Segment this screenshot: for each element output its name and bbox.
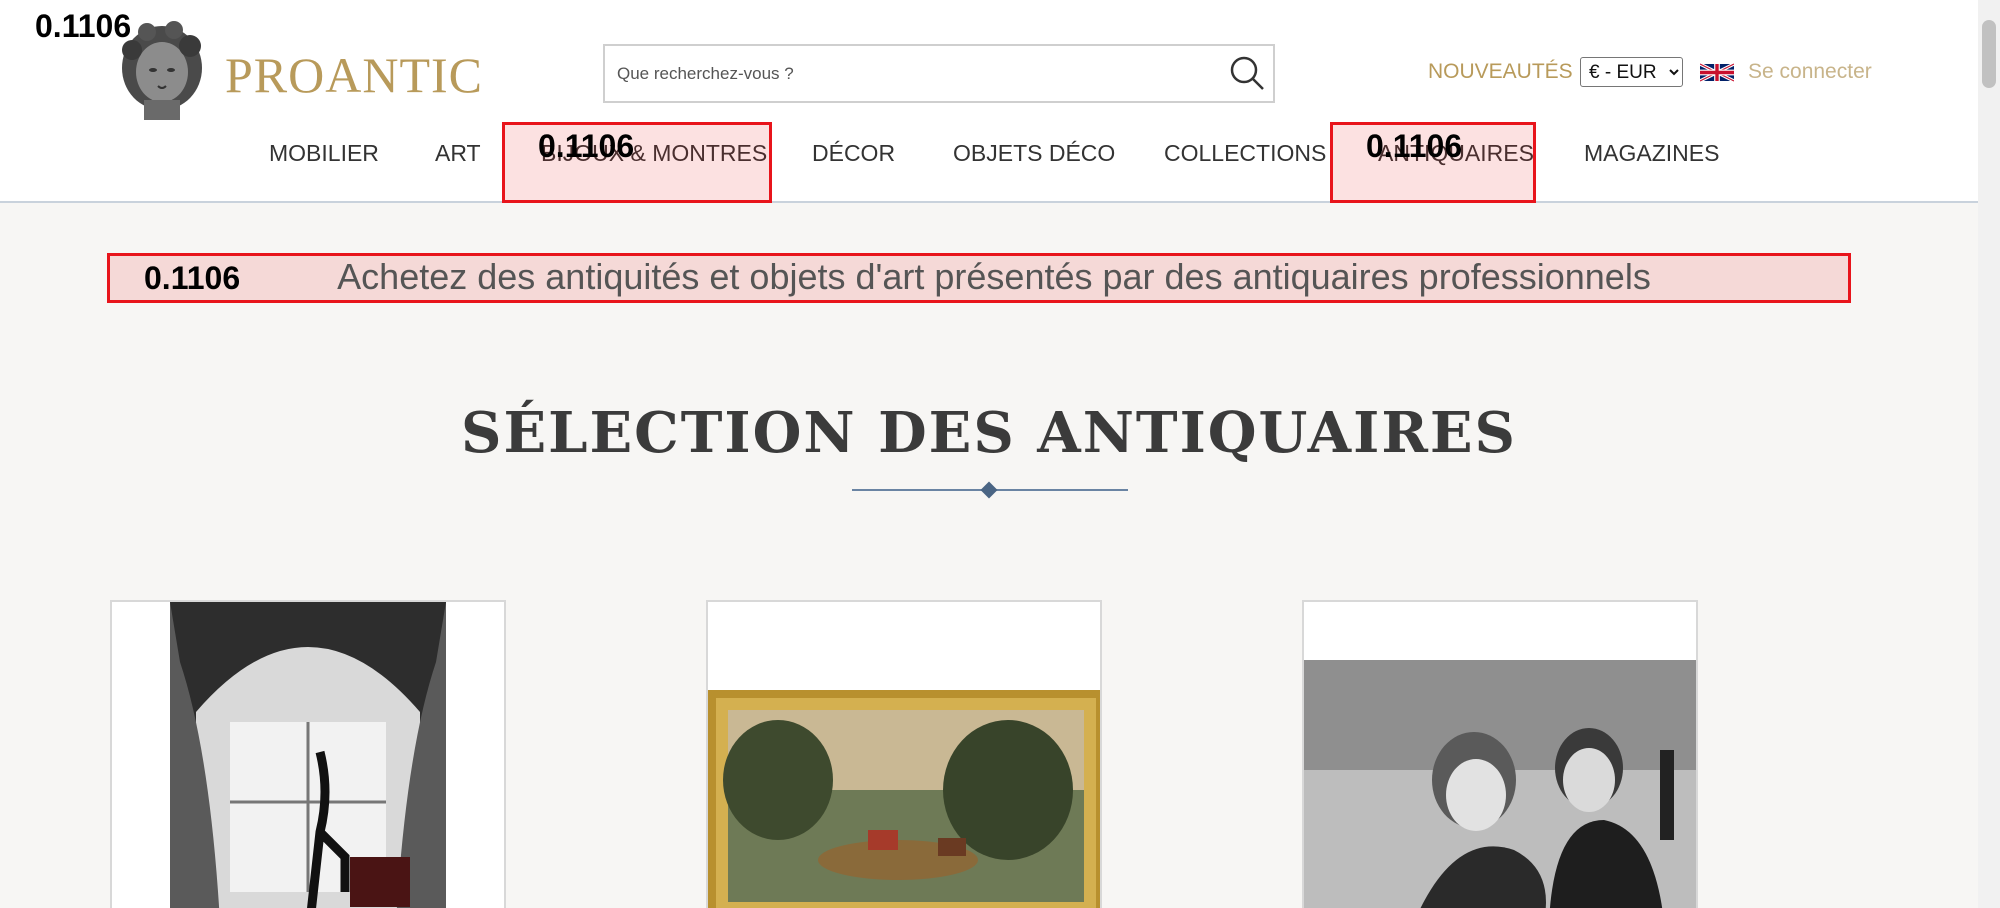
nouveautes-link[interactable]: NOUVEAUTÉS — [1428, 60, 1573, 84]
search-box — [603, 44, 1275, 103]
section-title: SÉLECTION DES ANTIQUAIRES — [461, 400, 1517, 466]
nav-item-objets-deco[interactable]: OBJETS DÉCO — [953, 140, 1115, 167]
annotation-label-antiquaires: 0.1106 — [1366, 128, 1463, 164]
product-card-1[interactable] — [110, 600, 506, 908]
product-image-vintage-photo — [1304, 660, 1696, 908]
nav-item-magazines[interactable]: MAGAZINES — [1584, 140, 1719, 167]
annotation-label-corner: 0.1106 — [35, 8, 132, 44]
nav-item-art[interactable]: ART — [435, 140, 481, 167]
site-header: PROANTIC NOUVEAUTÉS € - EUR Se connecter… — [0, 0, 1978, 203]
title-diamond-ornament — [980, 481, 998, 499]
search-icon — [1230, 56, 1264, 90]
page-scrollbar[interactable] — [1978, 0, 2000, 908]
currency-select[interactable]: € - EUR — [1580, 57, 1683, 87]
search-input[interactable] — [617, 46, 1207, 101]
main-nav: MOBILIER ART BIJOUX & MONTRES DÉCOR OBJE… — [0, 140, 1978, 186]
product-card-3[interactable] — [1302, 600, 1698, 908]
product-image-window-figure — [170, 602, 446, 908]
tagline: Achetez des antiquités et objets d'art p… — [337, 256, 1651, 297]
scrollbar-thumb[interactable] — [1982, 20, 1996, 88]
nav-item-mobilier[interactable]: MOBILIER — [269, 140, 379, 167]
brand-name[interactable]: PROANTIC — [225, 46, 483, 104]
nav-item-collections[interactable]: COLLECTIONS — [1164, 140, 1326, 167]
login-link[interactable]: Se connecter — [1748, 60, 1872, 84]
uk-flag-icon[interactable] — [1700, 60, 1734, 85]
annotation-label-bijoux: 0.1106 — [538, 128, 635, 164]
product-card-2[interactable] — [706, 600, 1102, 908]
product-image-hunt-painting — [708, 690, 1100, 908]
nav-item-decor[interactable]: DÉCOR — [812, 140, 895, 167]
search-button[interactable] — [1225, 52, 1269, 96]
